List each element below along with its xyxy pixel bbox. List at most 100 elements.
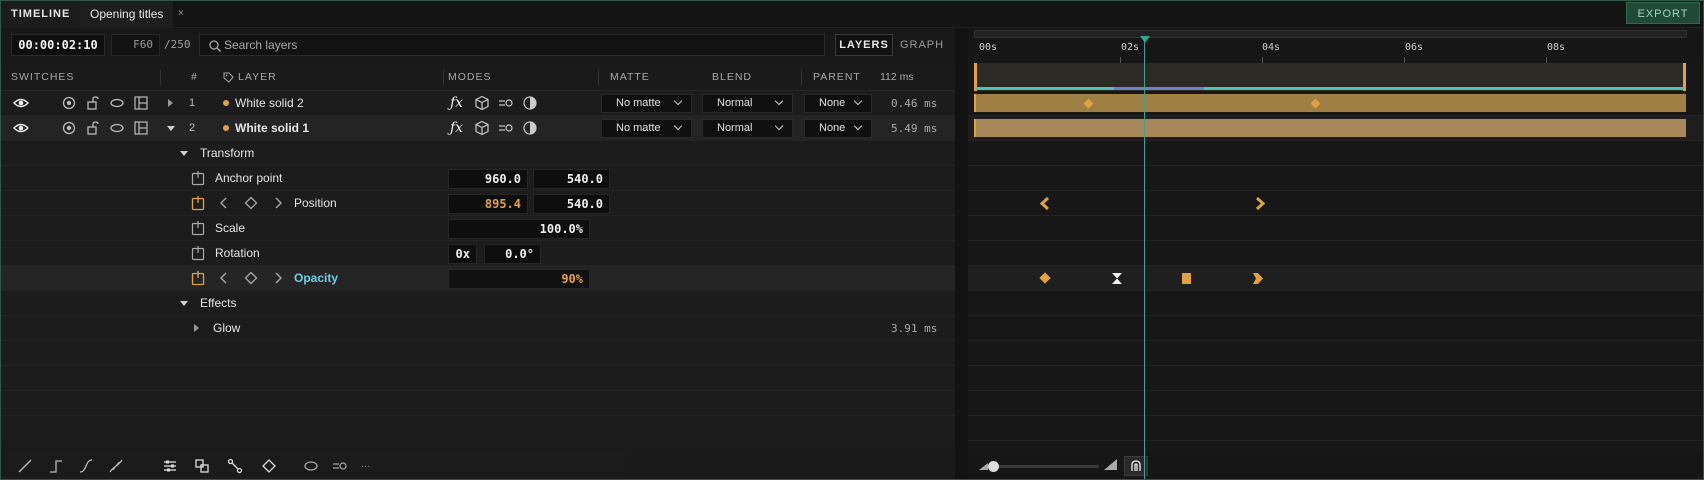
timecode-field[interactable]: 00:00:02:10 bbox=[11, 34, 105, 56]
shy-icon[interactable] bbox=[109, 120, 125, 136]
transform-group-row[interactable]: Transform bbox=[0, 141, 955, 166]
lock-icon[interactable] bbox=[85, 120, 101, 136]
loop-icon[interactable] bbox=[303, 458, 319, 474]
search-box[interactable] bbox=[199, 34, 825, 56]
expand-icon[interactable] bbox=[168, 99, 173, 107]
align-icon[interactable] bbox=[194, 458, 210, 474]
layer-row[interactable]: 2 White solid 1 ƒx No matte Normal None … bbox=[0, 116, 955, 141]
keyframe-hold-icon[interactable] bbox=[1111, 272, 1123, 285]
collapse-icon[interactable] bbox=[133, 95, 149, 111]
scale-row[interactable]: Scale 100.0% bbox=[0, 216, 955, 241]
zoom-slider[interactable] bbox=[990, 465, 1099, 468]
rotation-row[interactable]: Rotation 0x 0.0° bbox=[0, 241, 955, 266]
position-y-field[interactable]: 540.0 bbox=[533, 194, 610, 214]
label-color-dot[interactable] bbox=[223, 125, 229, 131]
more-label[interactable]: ... bbox=[361, 458, 370, 470]
keyframe-ease-in-icon[interactable] bbox=[1039, 197, 1051, 210]
stopwatch-icon[interactable] bbox=[190, 170, 206, 186]
solo-icon[interactable] bbox=[61, 95, 77, 111]
bezier-interp-icon[interactable] bbox=[108, 458, 124, 474]
stopwatch-icon[interactable] bbox=[190, 245, 206, 261]
layer-name[interactable]: White solid 1 bbox=[235, 116, 309, 141]
scale-field[interactable]: 100.0% bbox=[448, 219, 590, 239]
adjustment-icon[interactable] bbox=[522, 95, 538, 111]
zoom-in-icon[interactable] bbox=[1104, 459, 1117, 470]
zoom-slider-thumb[interactable] bbox=[988, 461, 999, 472]
keyframe-ease-out-icon[interactable] bbox=[1254, 197, 1266, 210]
ease-interp-icon[interactable] bbox=[78, 458, 94, 474]
effects-group-row[interactable]: Effects bbox=[0, 291, 955, 316]
search-input[interactable] bbox=[224, 35, 814, 55]
graph-button[interactable]: GRAPH bbox=[897, 34, 947, 56]
keyframe-ease-out-icon[interactable] bbox=[1252, 272, 1264, 285]
path-icon[interactable] bbox=[227, 458, 243, 474]
3d-cube-icon[interactable] bbox=[474, 95, 490, 111]
glow-effect-row[interactable]: Glow 3.91 ms bbox=[0, 316, 955, 341]
add-keyframe-icon[interactable] bbox=[243, 270, 259, 286]
shy-icon[interactable] bbox=[109, 95, 125, 111]
collapse-arrow-icon[interactable] bbox=[167, 126, 175, 131]
fx-icon[interactable]: ƒx bbox=[450, 91, 463, 116]
timeline-scrollbar[interactable] bbox=[974, 30, 1687, 38]
layer-bar[interactable] bbox=[974, 94, 1686, 112]
eye-icon[interactable] bbox=[13, 120, 29, 136]
motion-blur-icon[interactable] bbox=[498, 120, 514, 136]
fx-icon[interactable]: ƒx bbox=[450, 116, 463, 141]
layer-row[interactable]: 1 White solid 2 ƒx No matte Normal None … bbox=[0, 91, 955, 116]
eye-icon[interactable] bbox=[13, 95, 29, 111]
anchor-x-field[interactable]: 960.0 bbox=[448, 169, 528, 189]
hold-interp-icon[interactable] bbox=[48, 458, 64, 474]
anchor-y-field[interactable]: 540.0 bbox=[533, 169, 610, 189]
expand-icon[interactable] bbox=[194, 324, 199, 332]
stopwatch-active-icon[interactable] bbox=[190, 270, 206, 286]
anchor-point-row[interactable]: Anchor point 960.0 540.0 bbox=[0, 166, 955, 191]
blend-select[interactable]: Normal bbox=[702, 94, 793, 113]
keyframe-linear-marker[interactable] bbox=[1182, 273, 1191, 284]
label-color-dot[interactable] bbox=[223, 100, 229, 106]
linear-interp-icon[interactable] bbox=[17, 458, 33, 474]
layers-button[interactable]: LAYERS bbox=[835, 34, 893, 56]
panel-divider[interactable] bbox=[955, 28, 968, 480]
lock-icon[interactable] bbox=[85, 95, 101, 111]
opacity-row[interactable]: Opacity 90% bbox=[0, 266, 955, 291]
prev-keyframe-icon[interactable] bbox=[216, 195, 232, 211]
tab-document[interactable]: Opening titles bbox=[80, 0, 174, 28]
keyframe-icon[interactable] bbox=[261, 458, 277, 474]
keyframe-marker[interactable] bbox=[1039, 272, 1051, 284]
tab-timeline[interactable]: TIMELINE bbox=[0, 0, 82, 28]
playhead[interactable] bbox=[1144, 36, 1145, 480]
position-x-field[interactable]: 895.4 bbox=[448, 194, 528, 214]
matte-select[interactable]: No matte bbox=[601, 94, 692, 113]
rotation-turns-field[interactable]: 0x bbox=[448, 244, 477, 264]
3d-cube-icon[interactable] bbox=[474, 120, 490, 136]
blend-select[interactable]: Normal bbox=[702, 119, 793, 138]
prev-keyframe-icon[interactable] bbox=[216, 270, 232, 286]
motion-blur-icon[interactable] bbox=[498, 95, 514, 111]
layer-name[interactable]: White solid 2 bbox=[235, 91, 304, 116]
export-button[interactable]: EXPORT bbox=[1626, 2, 1700, 24]
stopwatch-icon[interactable] bbox=[190, 220, 206, 236]
parent-select[interactable]: None bbox=[804, 119, 872, 138]
next-keyframe-icon[interactable] bbox=[270, 195, 286, 211]
position-row[interactable]: Position 895.4 540.0 bbox=[0, 191, 955, 216]
parent-select[interactable]: None bbox=[804, 94, 872, 113]
time-ruler[interactable]: 00s 02s 04s 06s 08s bbox=[968, 28, 1704, 63]
collapse-icon[interactable] bbox=[133, 120, 149, 136]
stopwatch-active-icon[interactable] bbox=[190, 195, 206, 211]
add-keyframe-icon[interactable] bbox=[243, 195, 259, 211]
adjustment-icon[interactable] bbox=[522, 120, 538, 136]
rotation-degrees-field[interactable]: 0.0° bbox=[484, 244, 541, 264]
zoom-out-icon[interactable] bbox=[979, 463, 988, 470]
layer-bar[interactable] bbox=[974, 119, 1686, 137]
collapse-arrow-icon[interactable] bbox=[180, 151, 188, 156]
motion-icon[interactable] bbox=[332, 458, 348, 474]
opacity-field[interactable]: 90% bbox=[448, 269, 590, 289]
collapse-arrow-icon[interactable] bbox=[180, 301, 188, 306]
playhead-handle[interactable] bbox=[1140, 36, 1150, 43]
matte-select[interactable]: No matte bbox=[601, 119, 692, 138]
next-keyframe-icon[interactable] bbox=[270, 270, 286, 286]
tab-close-icon[interactable]: × bbox=[178, 0, 184, 28]
solo-icon[interactable] bbox=[61, 120, 77, 136]
frame-field[interactable]: F60 bbox=[111, 34, 160, 56]
sliders-icon[interactable] bbox=[162, 458, 178, 474]
